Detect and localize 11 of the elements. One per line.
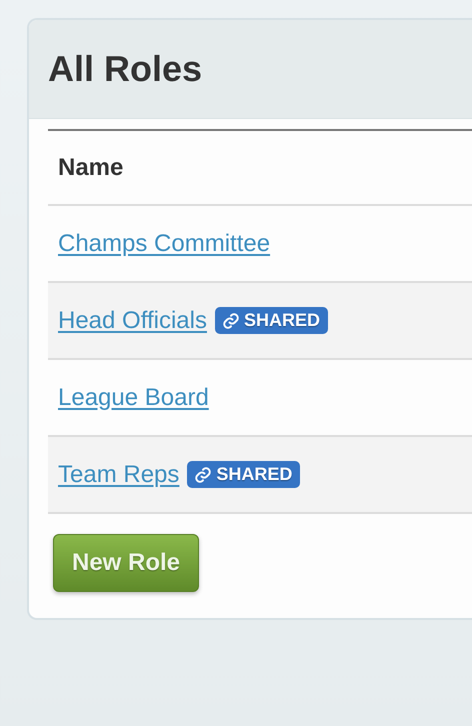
role-link[interactable]: Champs Committee <box>58 230 270 258</box>
panel-title: All Roles <box>48 48 202 90</box>
role-link[interactable]: Head Officials <box>58 306 207 334</box>
link-icon <box>194 466 212 484</box>
badge-label: SHARED <box>216 464 292 485</box>
role-link[interactable]: Team Reps <box>58 460 180 488</box>
column-header: Name <box>58 154 124 182</box>
badge-label: SHARED <box>244 310 320 331</box>
new-role-button[interactable]: New Role <box>53 534 200 592</box>
role-link[interactable]: League Board <box>58 384 209 412</box>
link-icon <box>222 312 240 330</box>
